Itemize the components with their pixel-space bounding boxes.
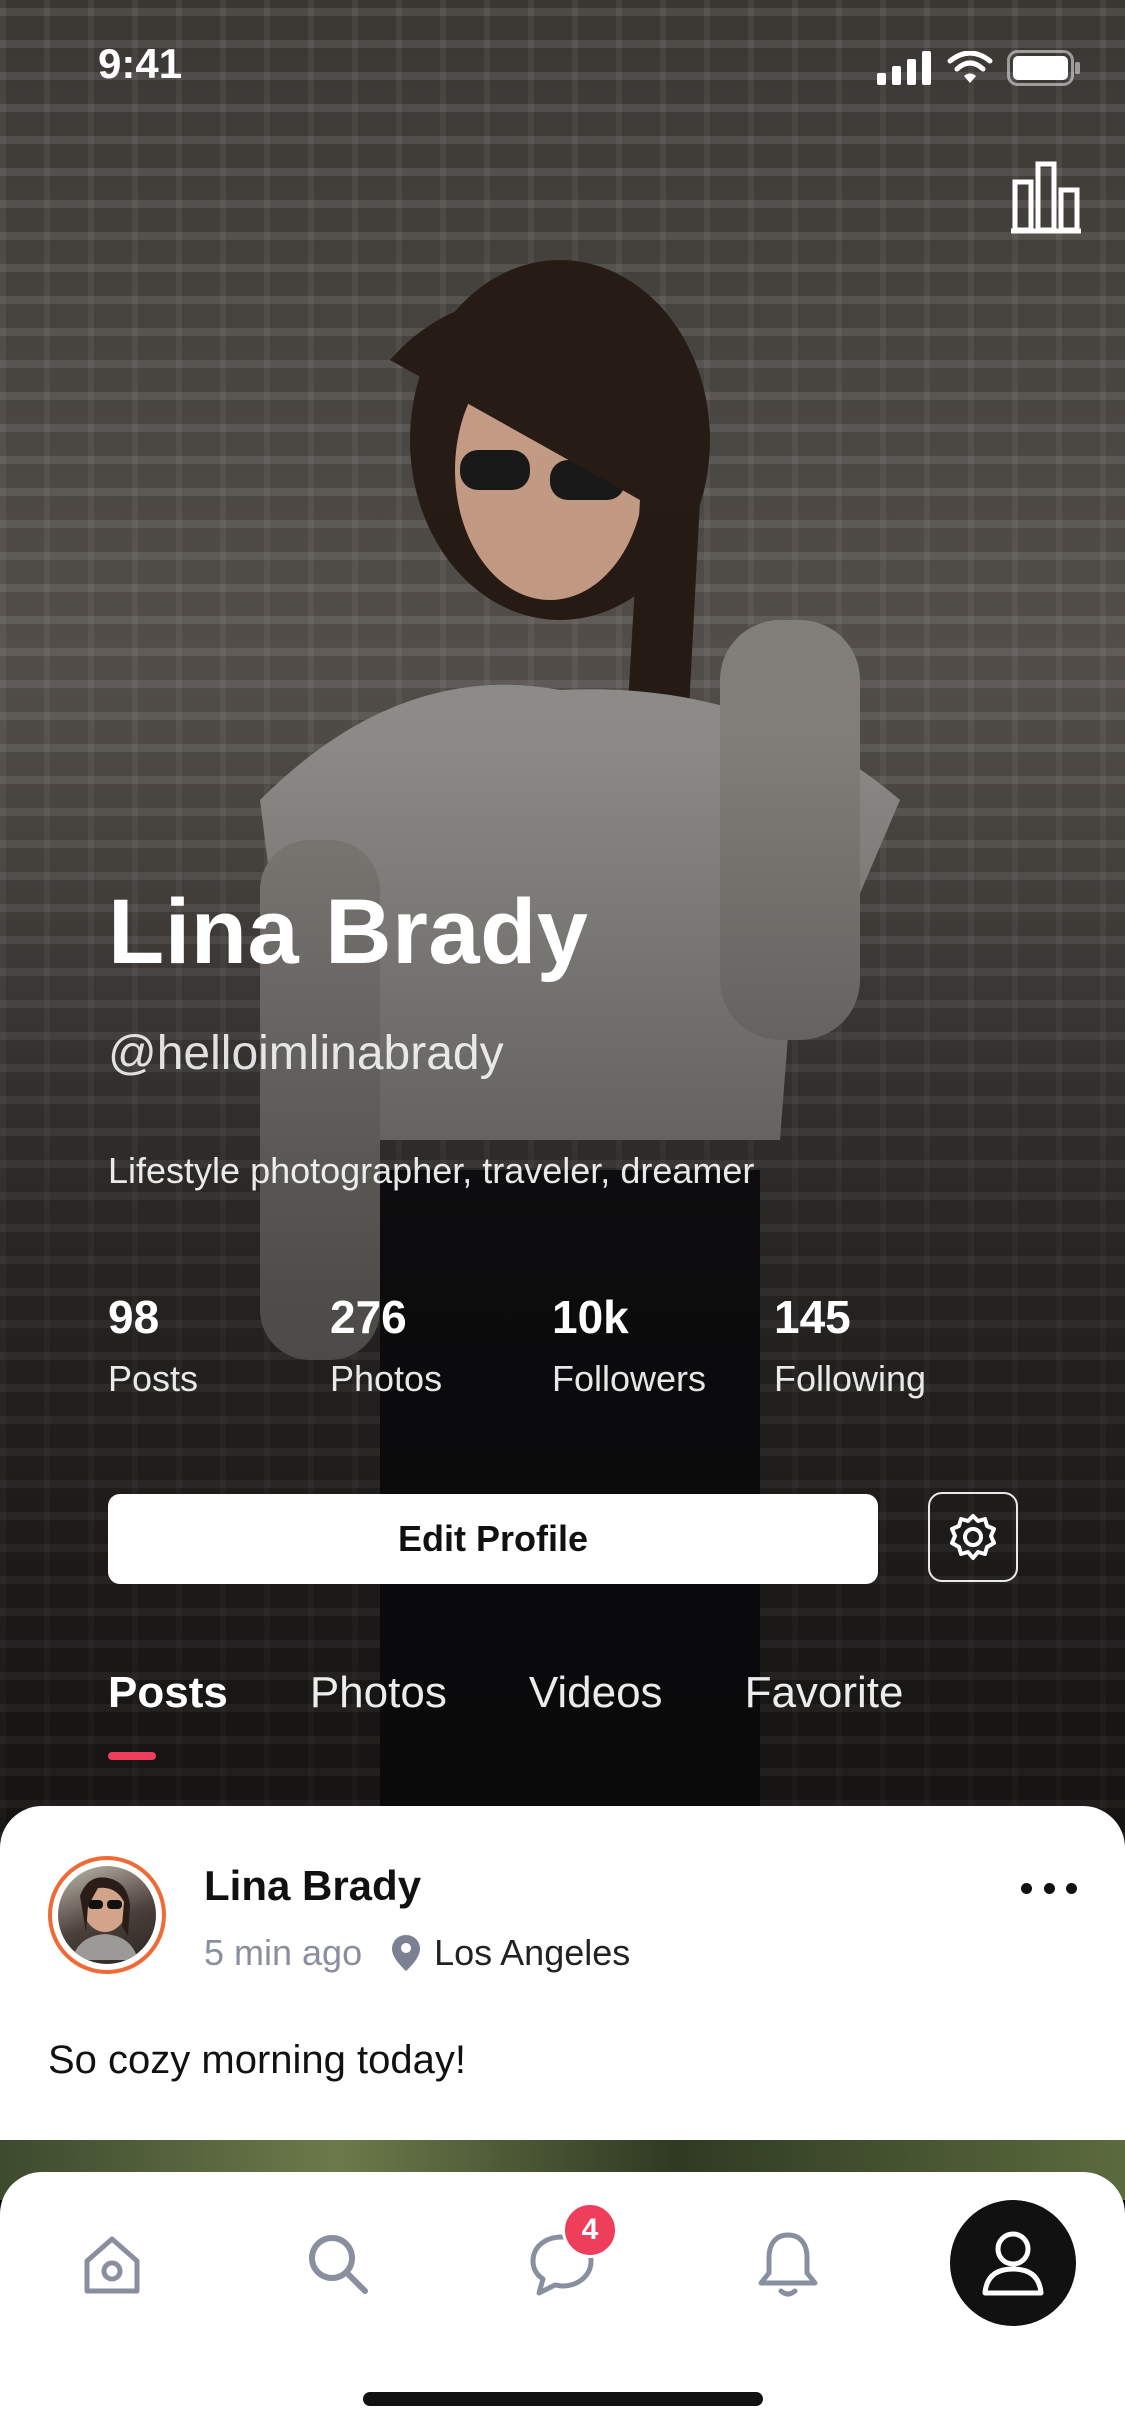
stat-followers[interactable]: 10k Followers [552,1290,774,1400]
profile-handle: @helloimlinabrady [108,1027,504,1080]
post-card: Lina Brady 5 min ago Los Angeles So cozy… [0,1806,1125,2146]
stat-label: Photos [330,1358,443,1399]
bell-icon [758,2232,818,2297]
status-time: 9:41 [98,40,183,87]
post-time: 5 min ago [204,1932,363,1973]
analytics-icon[interactable] [1011,160,1081,234]
more-dot [1021,1882,1032,1894]
profile-tabs: Posts Photos Videos Favorite [108,1668,986,1718]
home-icon [84,2236,140,2294]
more-dot [1043,1882,1055,1894]
more-options-button[interactable] [1021,1878,1077,1898]
search-icon [309,2235,368,2294]
nav-notifications[interactable] [748,2224,828,2304]
location-pin-icon [392,1935,421,1971]
stat-value: 98 [108,1291,160,1343]
cellular-signal-icon [877,51,931,85]
settings-button[interactable] [928,1492,1018,1582]
post-meta: 5 min ago Los Angeles [204,1932,630,1974]
stat-label: Following [774,1358,927,1399]
stat-posts[interactable]: 98 Posts [108,1290,330,1400]
profile-stats: 98 Posts 276 Photos 10k Followers 145 Fo… [108,1290,996,1400]
post-text: So cozy morning today! [48,2038,466,2082]
nav-search[interactable] [298,2224,378,2304]
tab-favorite[interactable]: Favorite [745,1668,904,1718]
messages-badge: 4 [562,2202,618,2258]
nav-home[interactable] [72,2224,152,2304]
stat-value: 145 [774,1291,851,1343]
avatar[interactable] [48,1856,166,1974]
gear-icon [950,1514,996,1560]
status-icons [877,50,1081,86]
status-bar: 9:41 [0,0,1125,130]
profile-bio: Lifestyle photographer, traveler, dreame… [108,1150,755,1191]
stat-value: 276 [330,1291,407,1343]
active-tab-indicator [108,1752,156,1760]
stat-value: 10k [552,1291,629,1343]
stat-label: Followers [552,1358,707,1399]
stat-label: Posts [108,1358,199,1399]
edit-profile-button[interactable]: Edit Profile [108,1494,878,1584]
battery-icon [1007,50,1080,86]
stat-photos[interactable]: 276 Photos [330,1290,552,1400]
wifi-icon [947,51,993,83]
avatar-image [58,1866,156,1964]
stat-following[interactable]: 145 Following [774,1290,996,1400]
tab-photos[interactable]: Photos [310,1668,447,1718]
home-indicator [363,2392,763,2406]
tab-posts[interactable]: Posts [108,1668,228,1718]
tab-videos[interactable]: Videos [529,1668,663,1718]
post-location[interactable]: Los Angeles [434,1932,630,1974]
nav-profile[interactable] [950,2200,1076,2326]
profile-name: Lina Brady [108,881,589,983]
more-dot [1066,1882,1077,1894]
post-author[interactable]: Lina Brady [204,1862,421,1910]
user-icon [982,2231,1044,2296]
